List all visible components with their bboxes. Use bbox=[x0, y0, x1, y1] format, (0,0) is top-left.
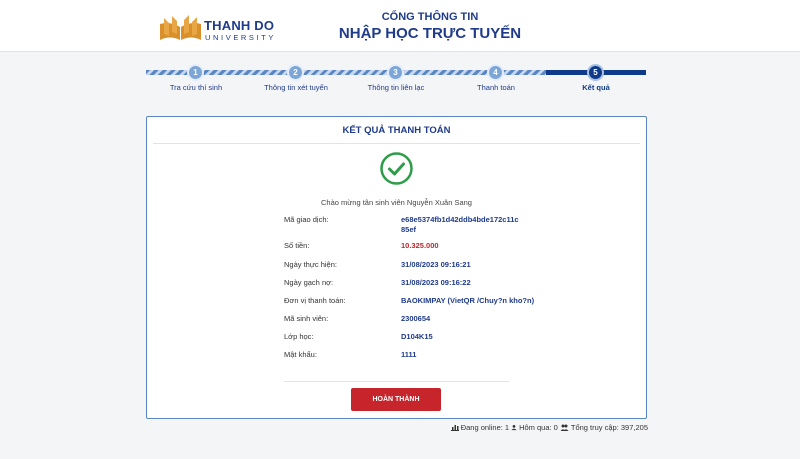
logo-title: THANH DO bbox=[204, 18, 275, 33]
form-divider bbox=[284, 381, 509, 382]
payment-provider-label: Đơn vị thanh toán: bbox=[284, 296, 346, 305]
complete-button[interactable]: HOÀN THÀNH bbox=[351, 388, 441, 411]
card-title: KẾT QUẢ THANH TOÁN bbox=[342, 125, 451, 136]
step-3-dot[interactable]: 3 bbox=[387, 64, 404, 81]
visitor-stats: Đang online: 1 Hôm qua: 0 Tổng truy cập:… bbox=[450, 423, 648, 432]
yesterday-count: Hôm qua: 0 bbox=[519, 423, 558, 432]
user-icon bbox=[511, 425, 517, 431]
registration-stepper: 1 Tra cứu thí sinh 2 Thông tin xét tuyển… bbox=[146, 62, 646, 96]
settlement-date-label: Ngày gạch nợ: bbox=[284, 278, 334, 287]
step-1-label[interactable]: Tra cứu thí sinh bbox=[146, 83, 246, 92]
book-logo-icon bbox=[160, 15, 201, 40]
step-2-dot[interactable]: 2 bbox=[287, 64, 304, 81]
step-5-dot[interactable]: 5 bbox=[587, 64, 604, 81]
payment-provider-value: BAOKIMPAY (VietQR /Chuy?n kho?n) bbox=[401, 296, 535, 305]
card-divider bbox=[153, 143, 640, 144]
portal-subtitle: CỔNG THÔNG TIN bbox=[381, 11, 479, 23]
step-5-label[interactable]: Kết quả bbox=[546, 83, 646, 92]
class-label: Lớp học: bbox=[284, 332, 314, 341]
page-title: NHẬP HỌC TRỰC TUYẾN bbox=[338, 25, 522, 42]
execution-date-value: 31/08/2023 09:16:21 bbox=[401, 260, 471, 269]
check-circle-icon bbox=[380, 152, 413, 185]
payment-result-card: KẾT QUẢ THANH TOÁN Chào mừng tân sinh vi… bbox=[146, 116, 647, 419]
step-2-label[interactable]: Thông tin xét tuyển bbox=[246, 83, 346, 92]
student-id-value: 2300654 bbox=[401, 314, 431, 323]
welcome-message: Chào mừng tân sinh viên Nguyễn Xuân Sang bbox=[321, 198, 472, 207]
transaction-id-label: Mã giao dịch: bbox=[284, 215, 329, 224]
step-4-dot[interactable]: 4 bbox=[487, 64, 504, 81]
step-4-label[interactable]: Thanh toán bbox=[446, 83, 546, 92]
execution-date-label: Ngày thực hiện: bbox=[284, 260, 337, 269]
step-3-label[interactable]: Thông tin liên lạc bbox=[346, 83, 446, 92]
student-id-label: Mã sinh viên: bbox=[284, 314, 329, 323]
online-count: Đang online: 1 bbox=[460, 423, 510, 432]
amount-value: 10.325.000 bbox=[401, 241, 439, 250]
settlement-date-value: 31/08/2023 09:16:22 bbox=[401, 278, 471, 287]
transaction-id-value: e68e5374fb1d42ddb4bde172c11c85ef bbox=[401, 215, 519, 234]
stepper-track bbox=[146, 70, 596, 75]
class-value: D104K15 bbox=[401, 332, 433, 341]
users-icon bbox=[560, 424, 569, 431]
university-logo[interactable]: THANH DO UNIVERSITY bbox=[158, 14, 278, 44]
password-label: Mật khẩu: bbox=[284, 350, 317, 359]
step-1-dot[interactable]: 1 bbox=[187, 64, 204, 81]
total-visits: Tổng truy cập: 397,205 bbox=[570, 423, 648, 432]
password-value: 1111 bbox=[401, 350, 417, 359]
bar-chart-icon bbox=[450, 425, 459, 431]
amount-label: Số tiền: bbox=[284, 241, 310, 250]
site-header: THANH DO UNIVERSITY CỔNG THÔNG TIN NHẬP … bbox=[0, 0, 800, 52]
logo-subtitle: UNIVERSITY bbox=[205, 33, 277, 42]
